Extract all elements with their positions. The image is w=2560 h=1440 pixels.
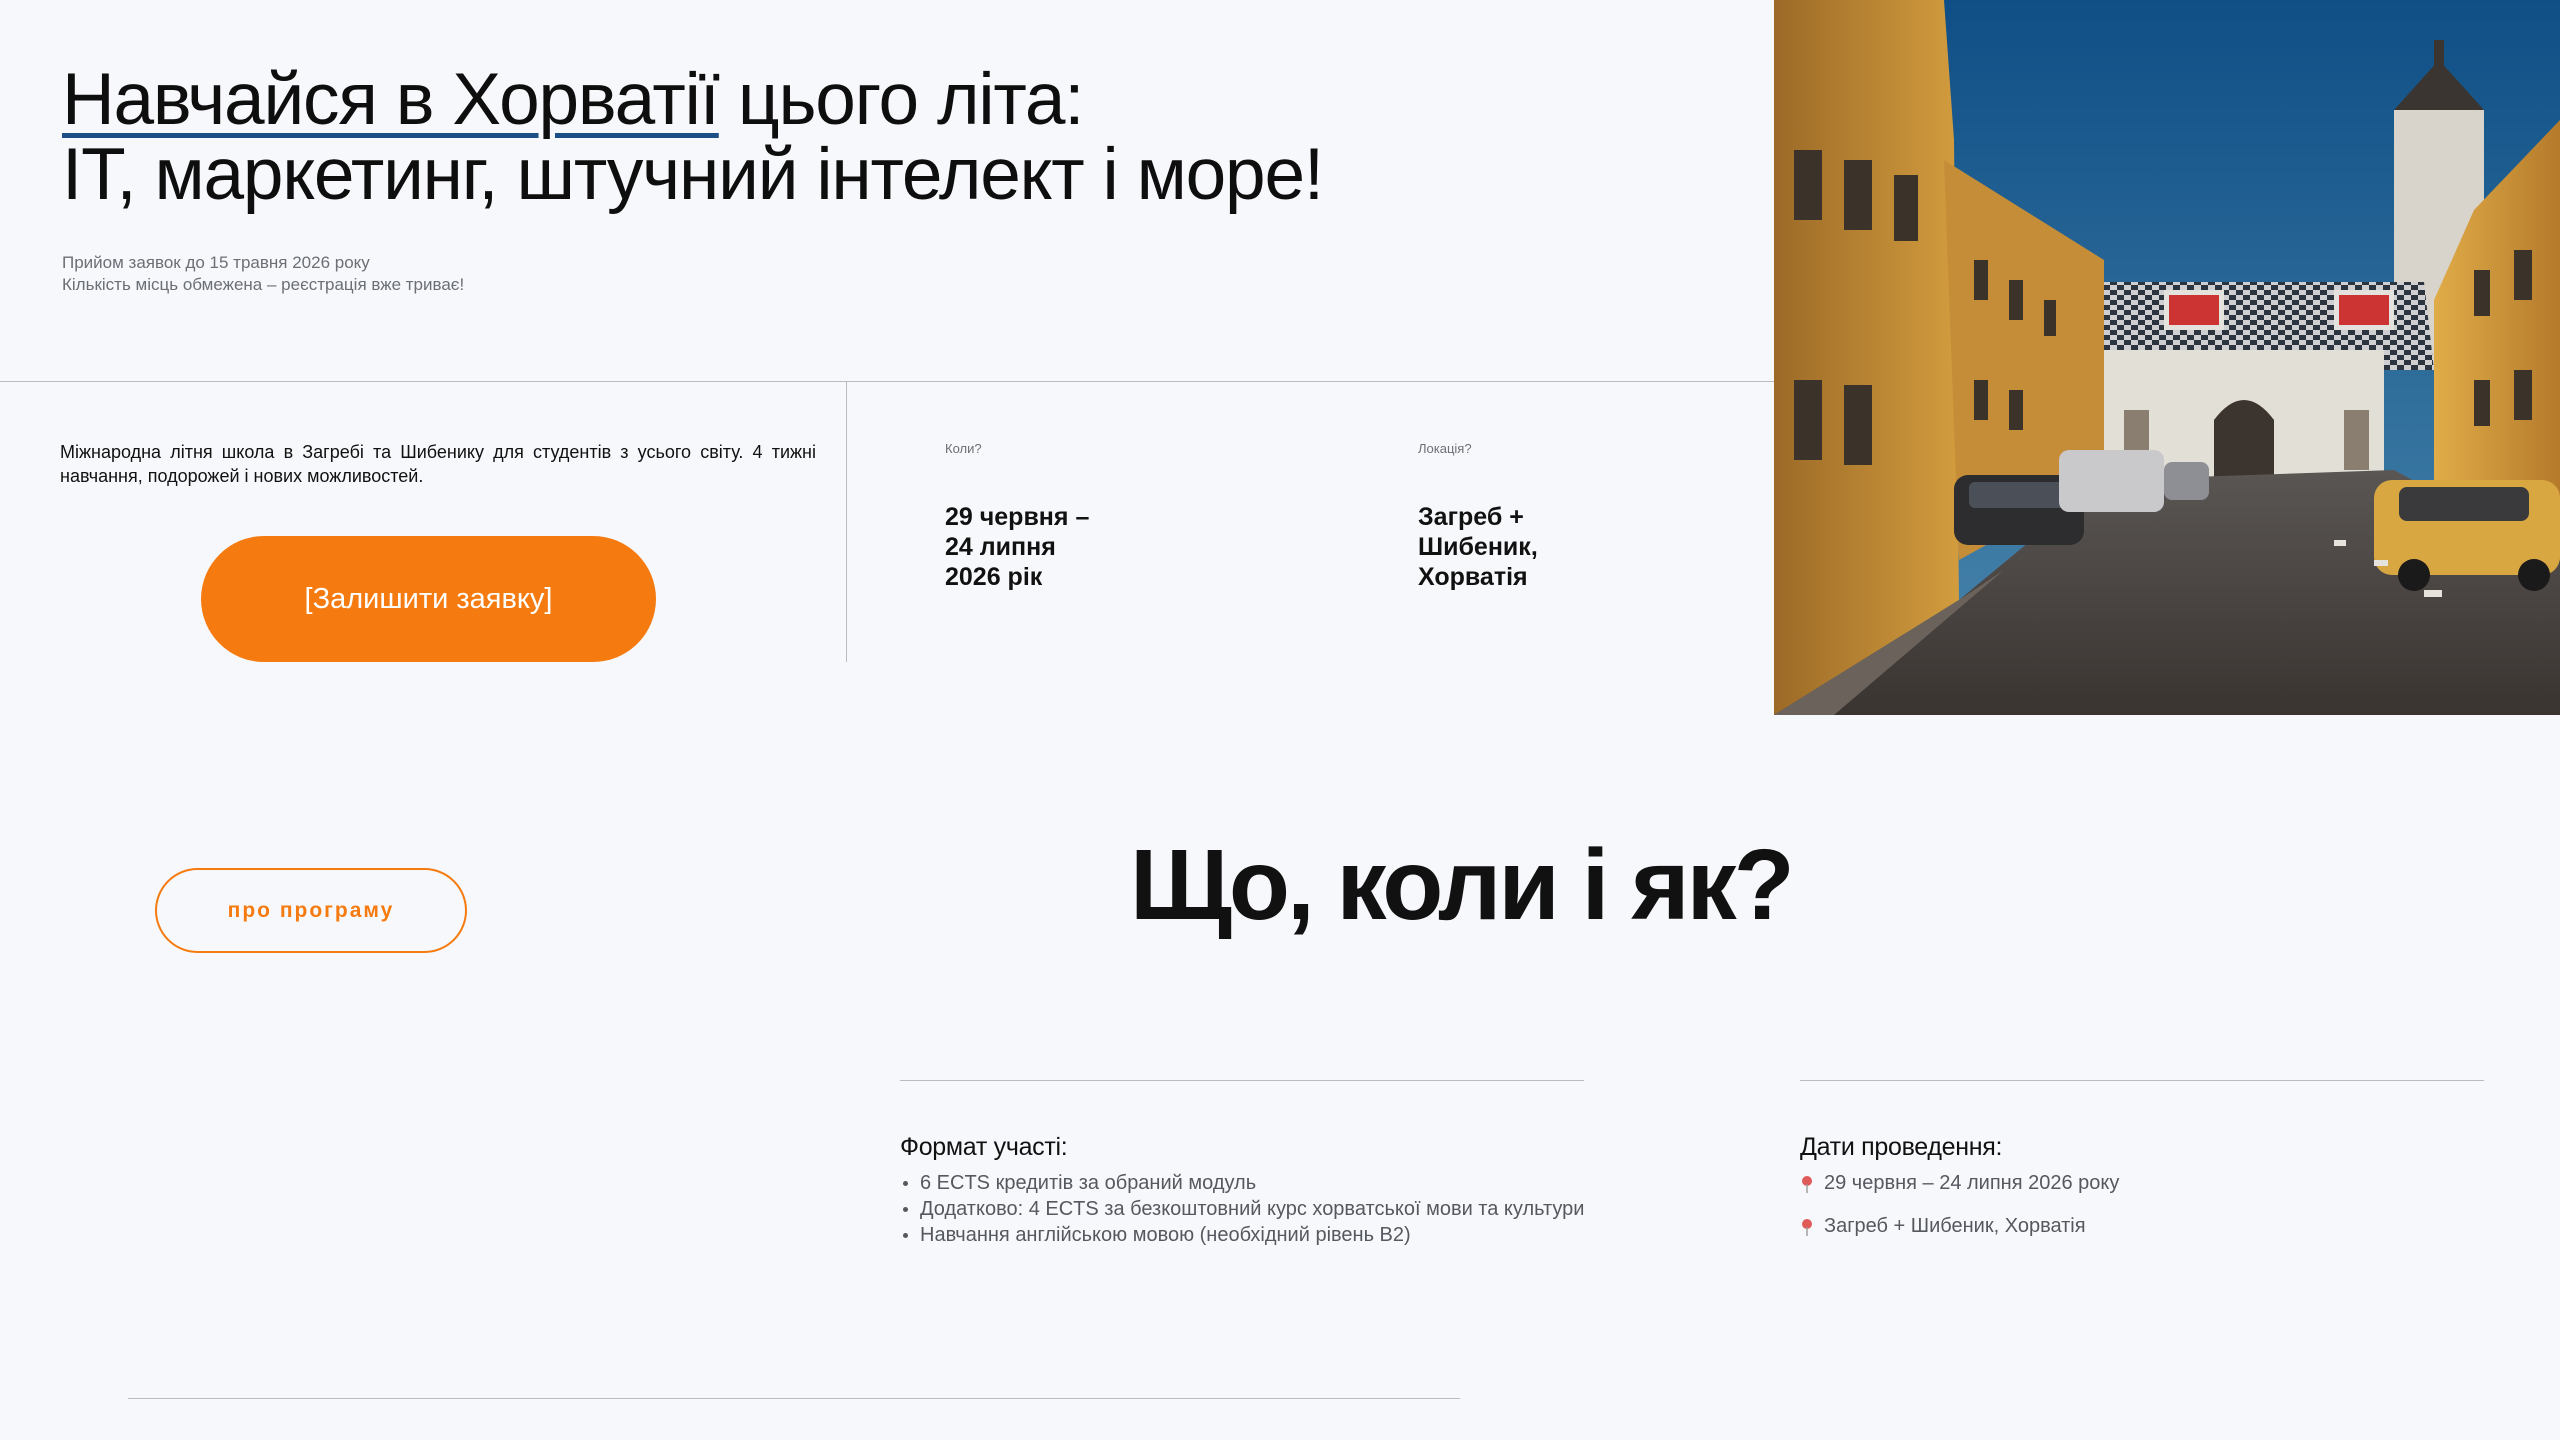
hero-notes: Прийом заявок до 15 травня 2026 року Кіл…	[62, 252, 464, 296]
deadline-note: Прийом заявок до 15 травня 2026 року	[62, 253, 370, 272]
dates-period: 29 червня – 24 липня 2026 року	[1800, 1170, 2119, 1196]
format-item-english: Навчання англійською мовою (необхідний р…	[900, 1222, 1584, 1248]
about-program-button[interactable]: про програму	[155, 868, 467, 953]
dates-divider	[1800, 1080, 2484, 1081]
hero-title-rest: цього літа:	[718, 59, 1085, 140]
location-label: Локація?	[1418, 441, 1472, 456]
format-item-ects: 6 ECTS кредитів за обраний модуль	[900, 1170, 1584, 1196]
intro-text: Міжнародна літня школа в Загребі та Шибе…	[60, 442, 816, 486]
hero-divider	[0, 381, 1774, 382]
seats-note: Кількість місць обмежена – реєстрація вж…	[62, 275, 465, 294]
info-divider	[846, 381, 847, 662]
hero-title-highlight: Навчайся в Хорватії	[62, 59, 720, 140]
when-label: Коли?	[945, 441, 982, 456]
format-block: Формат участі: 6 ECTS кредитів за обрани…	[900, 1133, 1584, 1248]
format-list: 6 ECTS кредитів за обраний модуль Додатк…	[900, 1170, 1584, 1248]
zagreb-street-illustration	[1774, 0, 2560, 715]
landing-page: Навчайся в Хорватії цього літа: IT, марк…	[0, 0, 2560, 1440]
dates-location: Загреб + Шибеник, Хорватія	[1800, 1213, 2119, 1239]
dates-location-text: Загреб + Шибеник, Хорватія	[1824, 1215, 2086, 1237]
hero-title-line-1: Навчайся в Хорватії цього літа:	[62, 62, 1762, 137]
bottom-divider	[128, 1398, 1460, 1399]
hero-title-line-2: IT, маркетинг, штучний інтелект і море!	[62, 134, 1324, 215]
format-divider	[900, 1080, 1584, 1081]
location-info: Локація? Загреб + Шибеник, Хорватія	[1418, 441, 1538, 592]
format-item-language-course: Додатково: 4 ECTS за безкоштовний курс х…	[900, 1196, 1584, 1222]
when-value: 29 червня – 24 липня 2026 рік	[945, 503, 1090, 591]
map-pin-icon	[1800, 1174, 1814, 1193]
section-title: Що, коли і як?	[1130, 829, 1795, 941]
apply-button[interactable]: [Залишити заявку]	[201, 536, 656, 662]
zagreb-street-photo	[1774, 0, 2560, 715]
dates-heading: Дати проведення:	[1800, 1133, 2003, 1161]
dates-period-text: 29 червня – 24 липня 2026 року	[1824, 1172, 2120, 1194]
location-value: Загреб + Шибеник, Хорватія	[1418, 503, 1538, 591]
format-heading: Формат участі:	[900, 1133, 1068, 1161]
when-info: Коли? 29 червня – 24 липня 2026 рік	[945, 441, 1089, 592]
map-pin-icon	[1800, 1217, 1814, 1236]
dates-block: Дати проведення: 29 червня – 24 липня 20…	[1800, 1133, 2119, 1256]
hero-title: Навчайся в Хорватії цього літа: IT, марк…	[62, 62, 1762, 212]
